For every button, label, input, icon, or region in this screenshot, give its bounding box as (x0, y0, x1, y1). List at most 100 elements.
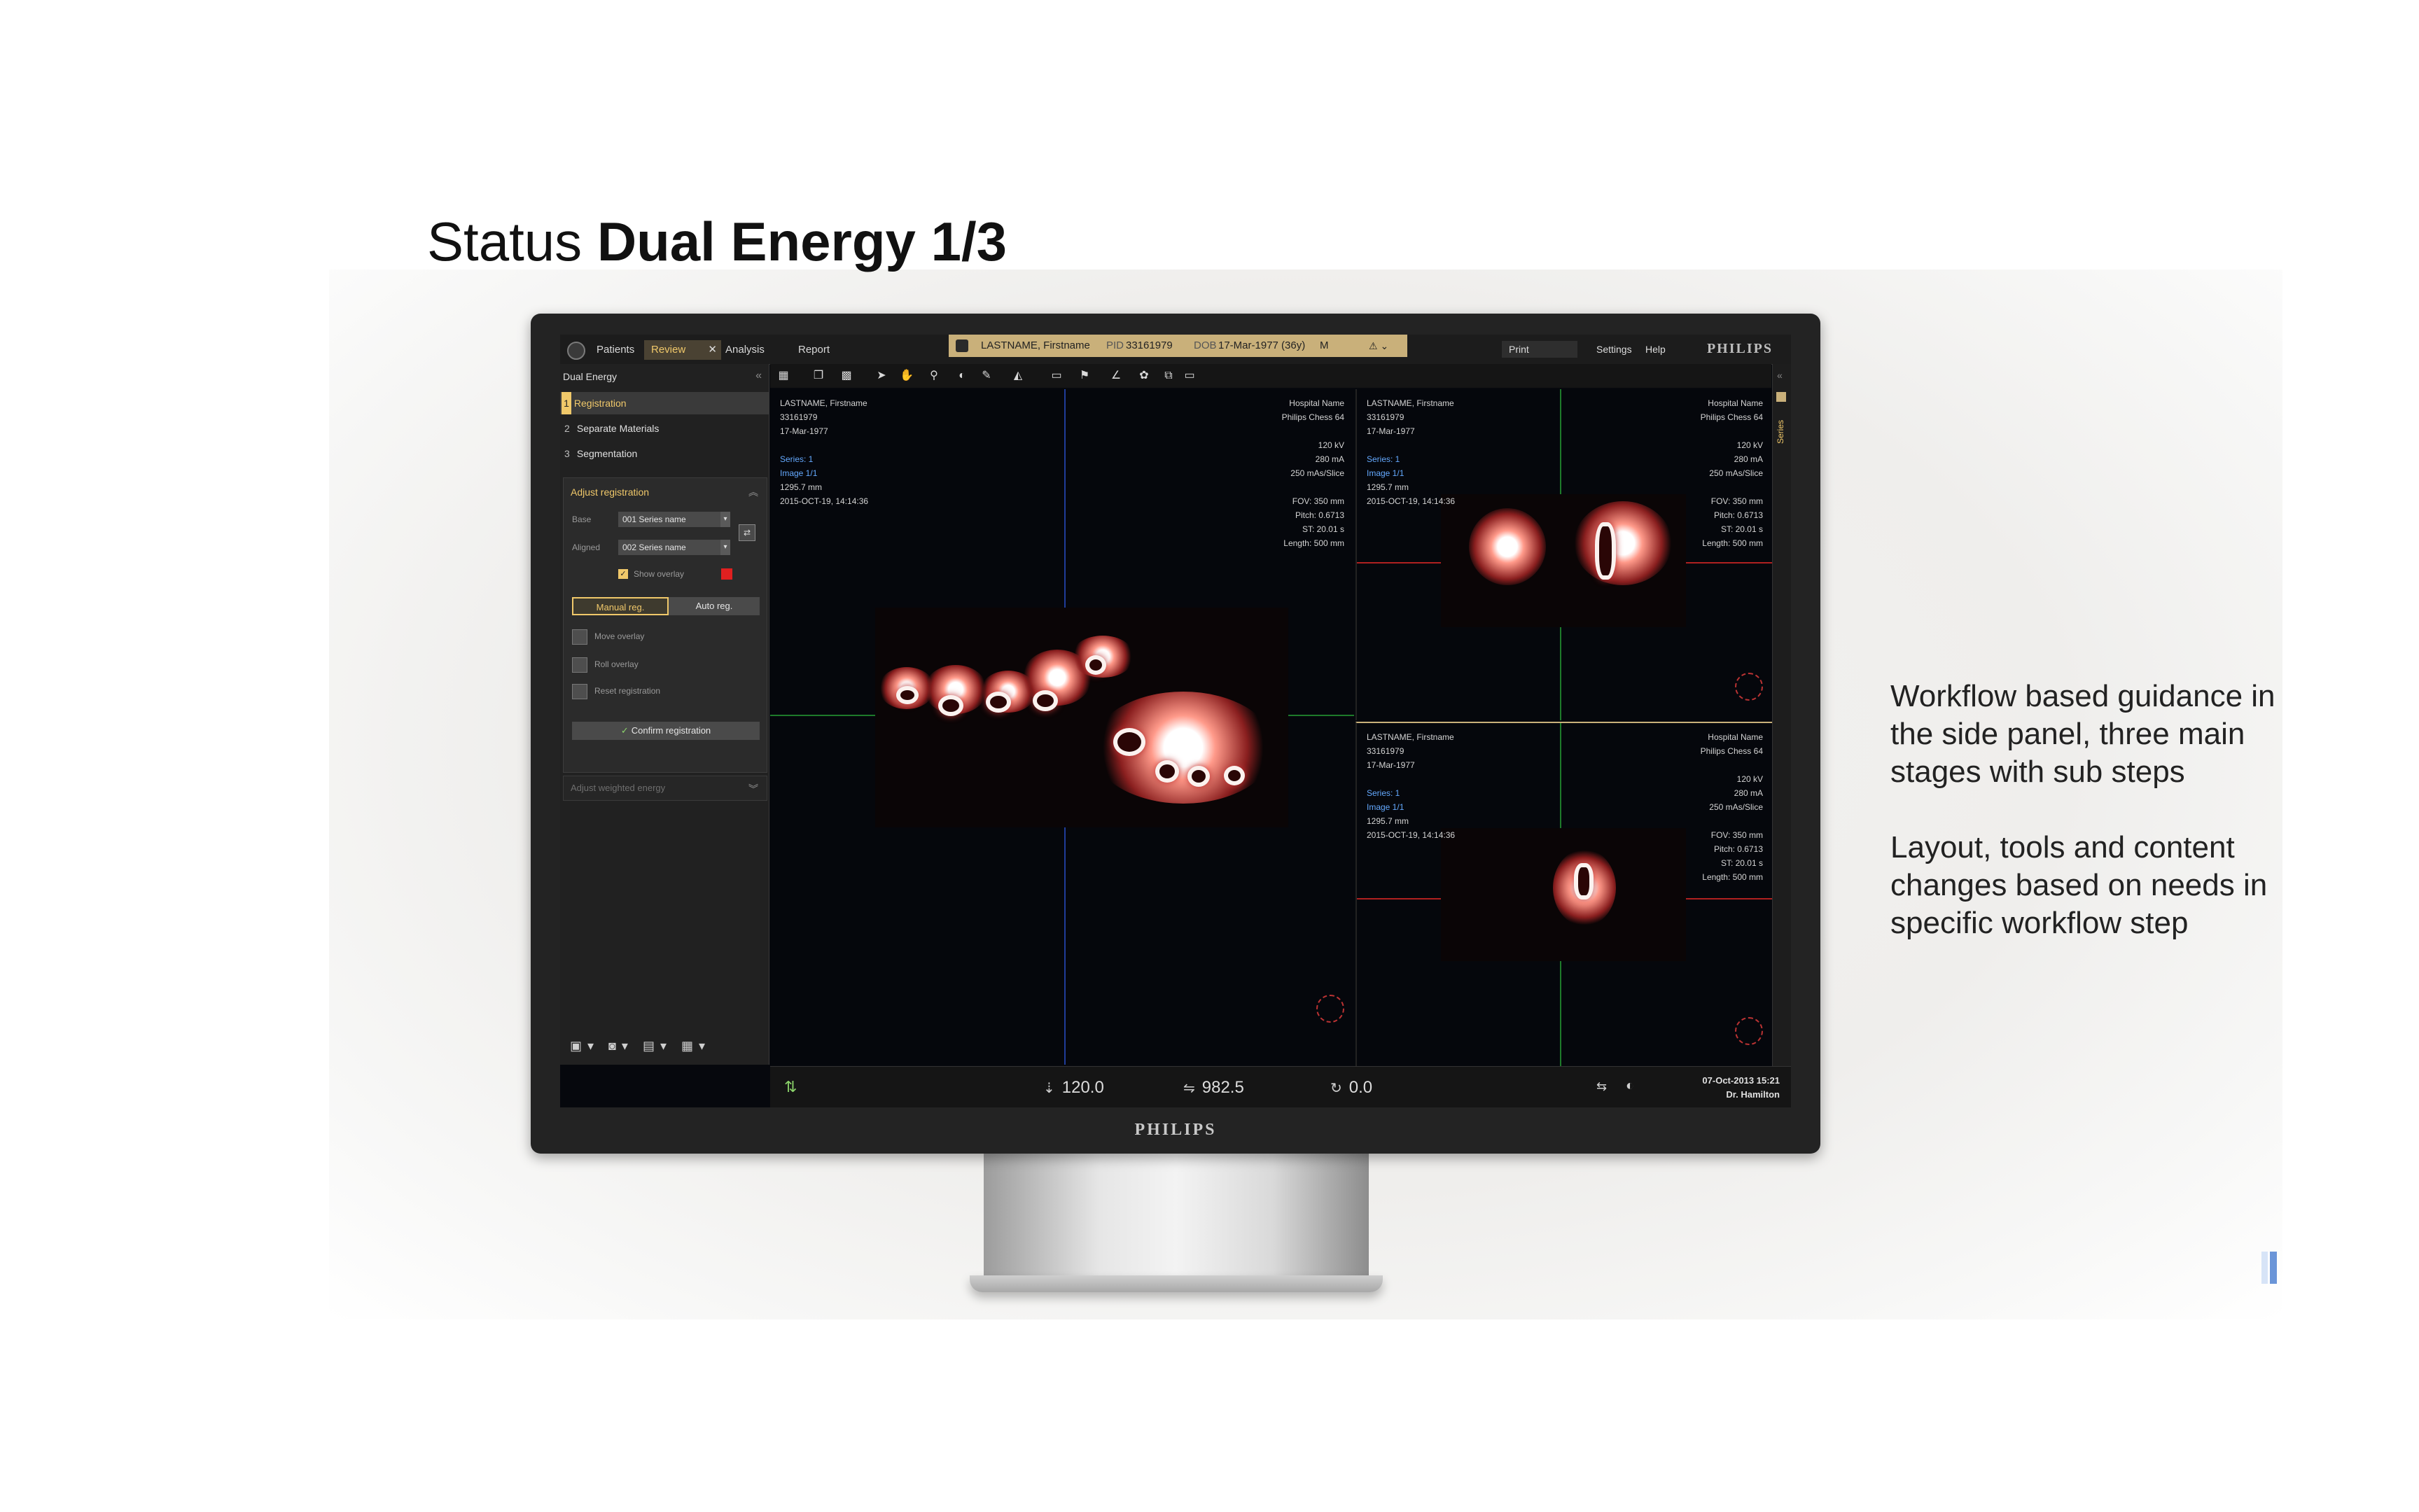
swap-series-icon[interactable]: ⇄ (739, 524, 755, 541)
roll-overlay-tool[interactable]: Roll overlay (572, 656, 639, 673)
orientation-cube-icon[interactable] (1316, 995, 1344, 1023)
settings-button[interactable]: Settings (1596, 341, 1632, 358)
collapse-rail-icon[interactable]: « (1777, 370, 1783, 381)
help-button[interactable]: Help (1645, 341, 1666, 358)
viewport-scan-info: Hospital Name Philips Chess 64 120 kV 28… (1701, 396, 1763, 550)
window-center-value: 120.0 (1061, 1078, 1104, 1097)
draw-icon[interactable]: ✎ (980, 370, 993, 382)
chevron-down-icon[interactable]: ︾ (748, 782, 758, 796)
adjust-weighted-energy-section[interactable]: Adjust weighted energy ︾ (563, 776, 767, 801)
base-label: Base (572, 514, 592, 524)
aligned-select[interactable]: 002 Series name (618, 540, 730, 555)
tab-analysis[interactable]: Analysis (718, 340, 772, 360)
collapse-panel-icon[interactable]: « (755, 370, 762, 382)
pid-value: 33161979 (1126, 340, 1173, 351)
step-segmentation[interactable]: 3 Segmentation (560, 442, 769, 465)
ct-bone (1595, 522, 1616, 580)
vp-id: 33161979 (1367, 412, 1404, 422)
note-guidance: Workflow based guidance in the side pane… (1890, 679, 2275, 789)
base-select[interactable]: 001 Series name (618, 512, 730, 527)
series-grid-icon[interactable] (1776, 392, 1786, 402)
step-separate-materials[interactable]: 2 Separate Materials (560, 417, 769, 440)
patient-name: LASTNAME, Firstname (981, 340, 1090, 351)
patient-banner[interactable]: LASTNAME, Firstname PID 33161979 DOB 17-… (949, 335, 1407, 357)
series-tab[interactable]: Series (1776, 420, 1785, 444)
chevron-down-icon[interactable]: ▾ (720, 512, 730, 527)
confirm-registration-button[interactable]: ✓ Confirm registration (572, 722, 760, 740)
vp-scanner: Philips Chess 64 (1281, 412, 1344, 422)
vp-series: Series: 1 (1367, 454, 1400, 464)
print-button[interactable]: Print (1502, 341, 1577, 358)
tab-patients[interactable]: Patients (590, 340, 641, 360)
step-label: Separate Materials (576, 423, 660, 434)
rotation-readout[interactable]: ↻ 0.0 (1330, 1078, 1372, 1098)
slide-notes: Workflow based guidance in the side pane… (1890, 678, 2324, 980)
reset-registration-tool[interactable]: Reset registration (572, 682, 660, 699)
ct-image (1441, 494, 1686, 627)
vp-mas: 250 mAs/Slice (1290, 468, 1344, 478)
viewport-coronal[interactable]: LASTNAME, Firstname 33161979 17-Mar-1977… (1355, 389, 1773, 720)
show-overlay-checkbox[interactable]: ✓ (618, 569, 628, 579)
tab-report[interactable]: Report (791, 340, 837, 360)
move-overlay-tool[interactable]: Move overlay (572, 628, 644, 645)
orientation-cube-icon[interactable] (1735, 673, 1763, 701)
copy-icon[interactable]: ⧉ (1162, 370, 1175, 382)
pointer-icon[interactable]: ➤ (875, 370, 888, 382)
globe-icon[interactable]: ◐ (1626, 1078, 1634, 1094)
vp-scanner: Philips Chess 64 (1700, 412, 1763, 422)
vp-id: 33161979 (780, 412, 818, 422)
screen-icon[interactable]: ▭ (1183, 370, 1196, 382)
link-icon[interactable]: ⇆ (1596, 1079, 1607, 1094)
thermometer-icon[interactable]: ⇅ (784, 1078, 797, 1096)
rotate-icon: ↻ (1330, 1081, 1342, 1096)
aligned-label: Aligned (572, 542, 601, 552)
annotation-icon[interactable]: ⚑ (1078, 370, 1091, 382)
checkmark-icon: ✓ (620, 725, 629, 736)
pan-hand-icon[interactable]: ✋ (900, 370, 914, 382)
orientation-cube-icon[interactable] (1735, 1017, 1763, 1045)
stack-icon[interactable]: ❐ (812, 370, 825, 382)
viewport-sagittal[interactable]: LASTNAME, Firstname 33161979 17-Mar-1977… (1355, 722, 1773, 1066)
confirm-label: Confirm registration (631, 725, 711, 736)
warning-icon[interactable]: ⚠ ⌄ (1369, 335, 1388, 357)
tab-review[interactable]: Review ✕ (644, 340, 721, 360)
chevron-up-icon[interactable]: ︽ (748, 485, 758, 499)
viewport-patient-info: LASTNAME, Firstname 33161979 17-Mar-1977… (780, 396, 868, 508)
vp-dob: 17-Mar-1977 (780, 426, 828, 436)
roi-icon[interactable]: ▭ (1050, 370, 1063, 382)
step-registration[interactable]: 1 Registration (560, 392, 769, 414)
monitor-stand (984, 1154, 1369, 1287)
vp-image: Image 1/1 (1367, 802, 1404, 812)
chevron-down-icon[interactable]: ▾ (720, 540, 730, 555)
measure-angle-icon[interactable]: ∠ (1110, 370, 1122, 382)
panel-bottom-tools[interactable]: ▣▾ ◙▾ ▤▾ ▦▾ (570, 1039, 711, 1054)
auto-reg-button[interactable]: Auto reg. (669, 597, 760, 615)
slide-page-marker (2261, 1252, 2277, 1284)
move-icon (572, 629, 587, 645)
ct-bone (896, 686, 919, 704)
section-title: Adjust weighted energy (571, 783, 666, 793)
layout-grid-icon[interactable]: ▦ (777, 370, 790, 382)
tiles-icon[interactable]: ▩ (840, 370, 853, 382)
zoom-icon[interactable]: ⚲ (928, 370, 940, 382)
vp-series: Series: 1 (780, 454, 814, 464)
vp-series: Series: 1 (1367, 788, 1400, 798)
window-width-readout[interactable]: ⇋ 982.5 (1183, 1078, 1244, 1098)
palette-icon[interactable]: ✿ (1138, 370, 1150, 382)
viewport-scan-info: Hospital Name Philips Chess 64 120 kV 28… (1701, 730, 1763, 884)
flip-icon[interactable]: ◭ (1012, 370, 1024, 382)
vp-name: LASTNAME, Firstname (1367, 398, 1454, 408)
window-level-icon[interactable]: ◐ (956, 370, 968, 382)
sex-value: M (1320, 340, 1329, 351)
overlay-color-swatch[interactable] (721, 568, 732, 580)
ct-bone (1113, 728, 1145, 756)
tool-label: Reset registration (594, 686, 661, 696)
monitor-base (970, 1275, 1383, 1292)
width-icon: ⇋ (1183, 1081, 1195, 1096)
manual-reg-button[interactable]: Manual reg. (572, 597, 669, 615)
viewport-axial[interactable]: LASTNAME, Firstname 33161979 17-Mar-1977… (770, 389, 1354, 1065)
window-center-readout[interactable]: ⇣ 120.0 (1043, 1078, 1104, 1098)
vp-dob: 17-Mar-1977 (1367, 426, 1415, 436)
close-tab-icon[interactable]: ✕ (708, 340, 717, 360)
vp-image: Image 1/1 (780, 468, 818, 478)
